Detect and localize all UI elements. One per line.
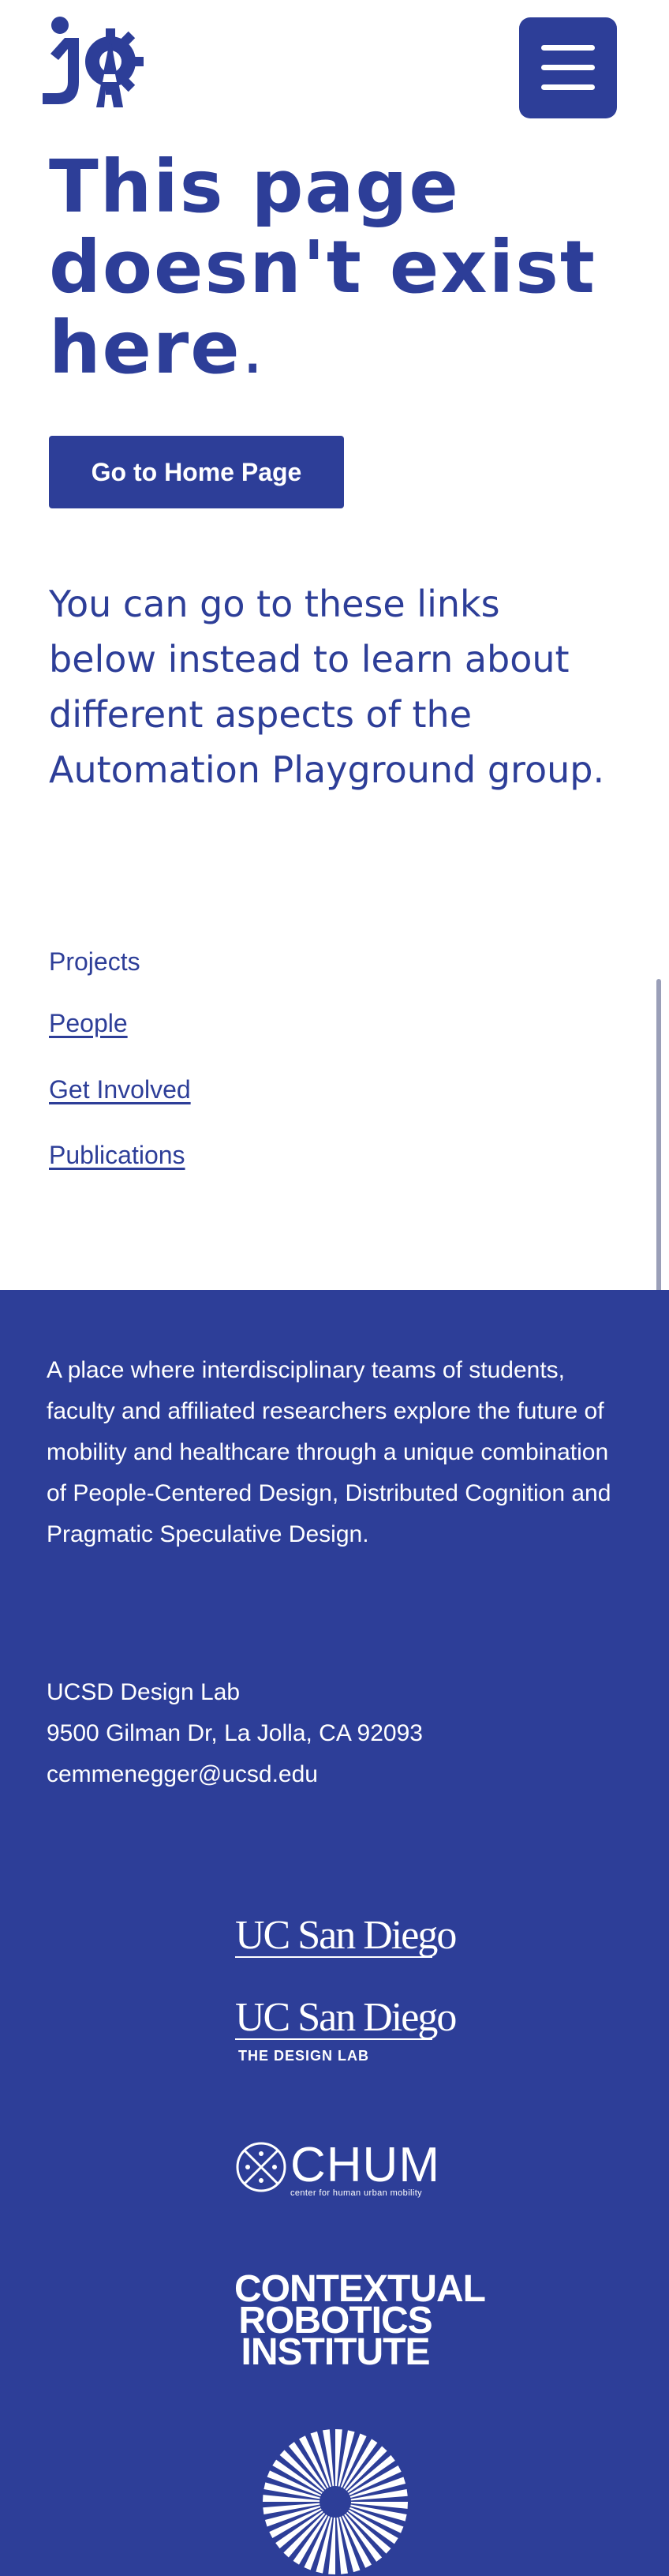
link-people[interactable]: People — [49, 1009, 128, 1038]
intro-text-body: You can go to these links below instead … — [49, 583, 593, 791]
chum-subtitle: center for human urban mobility — [290, 2188, 423, 2198]
address-email[interactable]: cemmenegger@ucsd.edu — [47, 1754, 630, 1795]
chum-logo[interactable]: CHUM center for human urban mobility — [235, 2141, 440, 2198]
ucsd-design-lab-logo[interactable]: UC San Diego THE DESIGN LAB — [235, 1994, 457, 2064]
link-publications[interactable]: Publications — [49, 1141, 185, 1170]
address-name: UCSD Design Lab — [47, 1679, 241, 1705]
intro-period: . — [592, 748, 605, 791]
footer-address: UCSD Design Lab 9500 Gilman Dr, La Jolla… — [47, 1672, 630, 1795]
menu-button[interactable] — [519, 17, 617, 118]
chum-logo-text: CHUM — [290, 2138, 440, 2192]
chum-text-group: CHUM center for human urban mobility — [290, 2138, 440, 2199]
link-projects[interactable]: Projects — [49, 947, 140, 977]
cri-line-3: INSTITUTE — [241, 2331, 431, 2373]
sunburst-logo-icon — [263, 2429, 408, 2574]
hamburger-bar — [541, 65, 595, 70]
title-line-3: here — [49, 306, 241, 390]
chum-logo-group: CHUM center for human urban mobility — [235, 2141, 440, 2198]
page-title: This page doesn't exist here. — [49, 147, 648, 388]
address-street: 9500 Gilman Dr, La Jolla, CA 92093 — [47, 1720, 423, 1746]
design-lab-subtitle: THE DESIGN LAB — [238, 2048, 370, 2064]
ucsd-logo-text: UC San Diego — [235, 1913, 457, 1958]
hamburger-menu-icon — [541, 45, 595, 51]
scrollbar[interactable] — [656, 979, 661, 1295]
site-header — [0, 0, 669, 134]
site-logo[interactable] — [41, 14, 145, 111]
sunburst-logo[interactable] — [260, 2427, 410, 2576]
ucsd-logo[interactable]: UC San Diego — [235, 1912, 457, 1958]
automation-playground-logo-icon — [43, 17, 144, 107]
hamburger-bar — [541, 84, 595, 90]
chum-emblem-icon — [236, 2142, 286, 2192]
contextual-robotics-logo[interactable]: CONTEXTUAL ROBOTICS INSTITUTE — [234, 2270, 486, 2373]
cri-logo-text: CONTEXTUAL ROBOTICS INSTITUTE — [234, 2270, 486, 2373]
intro-text: You can go to these links below instead … — [49, 576, 617, 797]
design-lab-logo-text: UC San Diego — [235, 1995, 457, 2040]
title-period: . — [241, 306, 266, 390]
site-footer: A place where interdisciplinary teams of… — [0, 1290, 669, 2576]
go-home-button[interactable]: Go to Home Page — [49, 436, 344, 508]
title-line-2: doesn't exist — [49, 225, 596, 309]
link-get-involved[interactable]: Get Involved — [49, 1075, 191, 1104]
footer-description: A place where interdisciplinary teams of… — [47, 1357, 611, 1547]
title-line-1: This page — [49, 144, 460, 229]
